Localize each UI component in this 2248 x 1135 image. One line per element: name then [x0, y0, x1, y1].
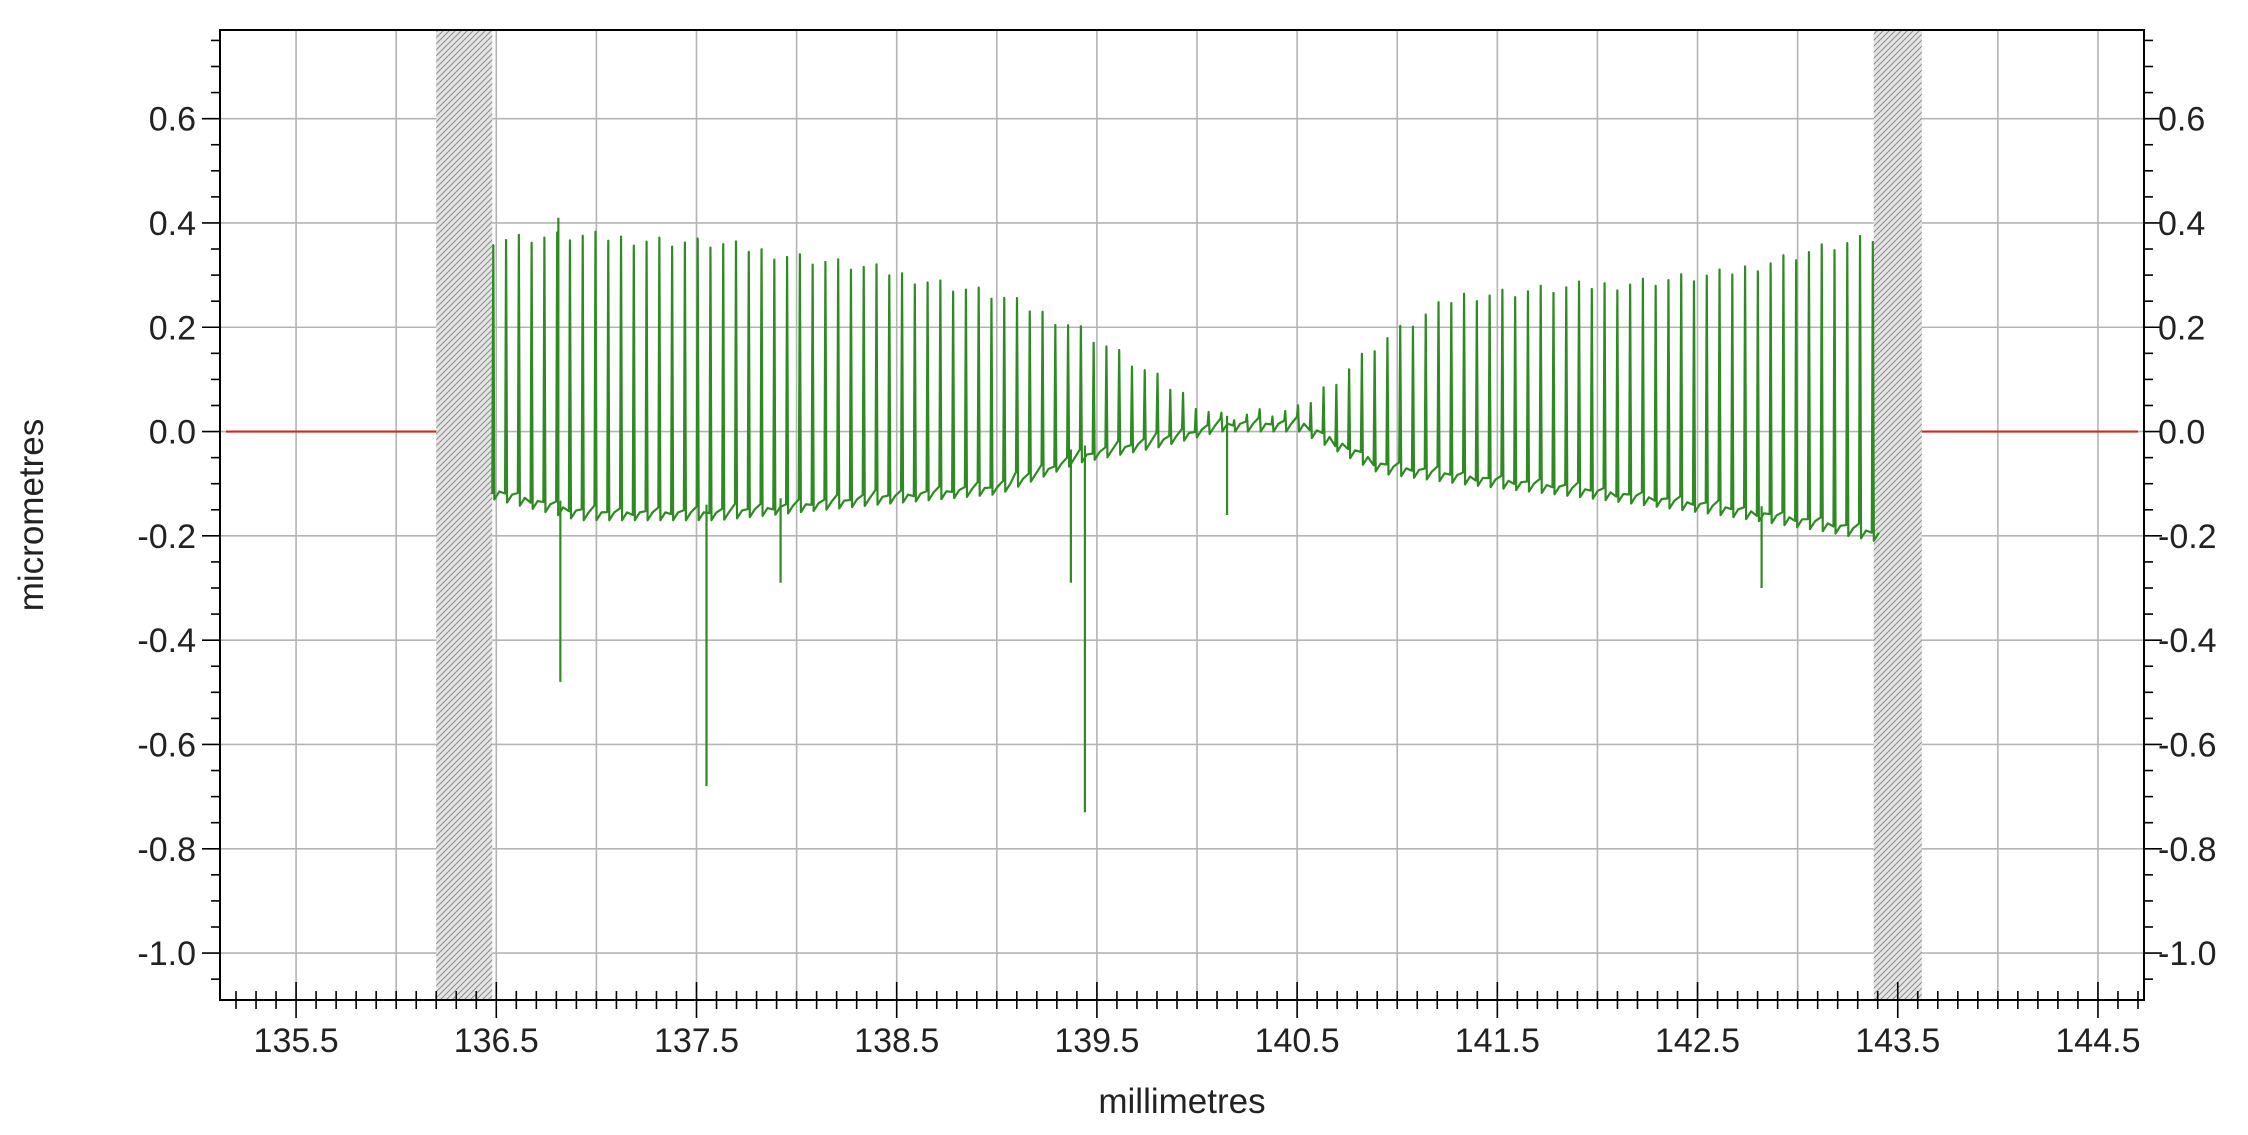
- y-tick-label-left: 0.0: [149, 414, 196, 452]
- y-axis-title: micrometres: [12, 419, 51, 612]
- y-tick-label-left: 0.4: [149, 205, 196, 243]
- x-axis-title: millimetres: [1098, 1082, 1265, 1121]
- y-tick-label-right: -1.0: [2158, 935, 2217, 973]
- masked-region: [1873, 30, 1922, 1000]
- x-tick-label: 135.5: [254, 1022, 339, 1060]
- x-tick-label: 140.5: [1255, 1022, 1340, 1060]
- y-tick-label-right: 0.4: [2158, 205, 2205, 243]
- x-tick-label: 141.5: [1455, 1022, 1540, 1060]
- y-tick-label-right: 0.0: [2158, 414, 2205, 452]
- y-tick-label-left: -1.0: [137, 935, 196, 973]
- y-tick-label-right: -0.2: [2158, 518, 2217, 556]
- x-tick-label: 144.5: [2055, 1022, 2140, 1060]
- x-tick-label: 143.5: [1855, 1022, 1940, 1060]
- plot-area: [220, 30, 2144, 1000]
- y-tick-label-right: -0.6: [2158, 726, 2217, 764]
- y-tick-label-left: -0.2: [137, 518, 196, 556]
- x-tick-label: 139.5: [1054, 1022, 1139, 1060]
- y-tick-label-left: -0.8: [137, 831, 196, 869]
- y-tick-label-right: -0.8: [2158, 831, 2217, 869]
- y-tick-label-left: -0.6: [137, 726, 196, 764]
- y-tick-label-left: 0.6: [149, 101, 196, 139]
- x-tick-label: 142.5: [1655, 1022, 1740, 1060]
- x-tick-label: 138.5: [854, 1022, 939, 1060]
- y-tick-label-right: 0.6: [2158, 101, 2205, 139]
- y-tick-label-right: -0.4: [2158, 622, 2217, 660]
- y-tick-label-right: 0.2: [2158, 309, 2205, 347]
- surface-profile-chart: 135.5 136.5 137.5 138.5 139.5 140.5 141.5 142.5…: [12, 29, 2217, 1121]
- y-tick-label-left: 0.2: [149, 309, 196, 347]
- y-tick-label-left: -0.4: [137, 622, 196, 660]
- x-tick-label: 136.5: [454, 1022, 539, 1060]
- x-tick-label: 137.5: [654, 1022, 739, 1060]
- masked-region: [436, 30, 493, 1000]
